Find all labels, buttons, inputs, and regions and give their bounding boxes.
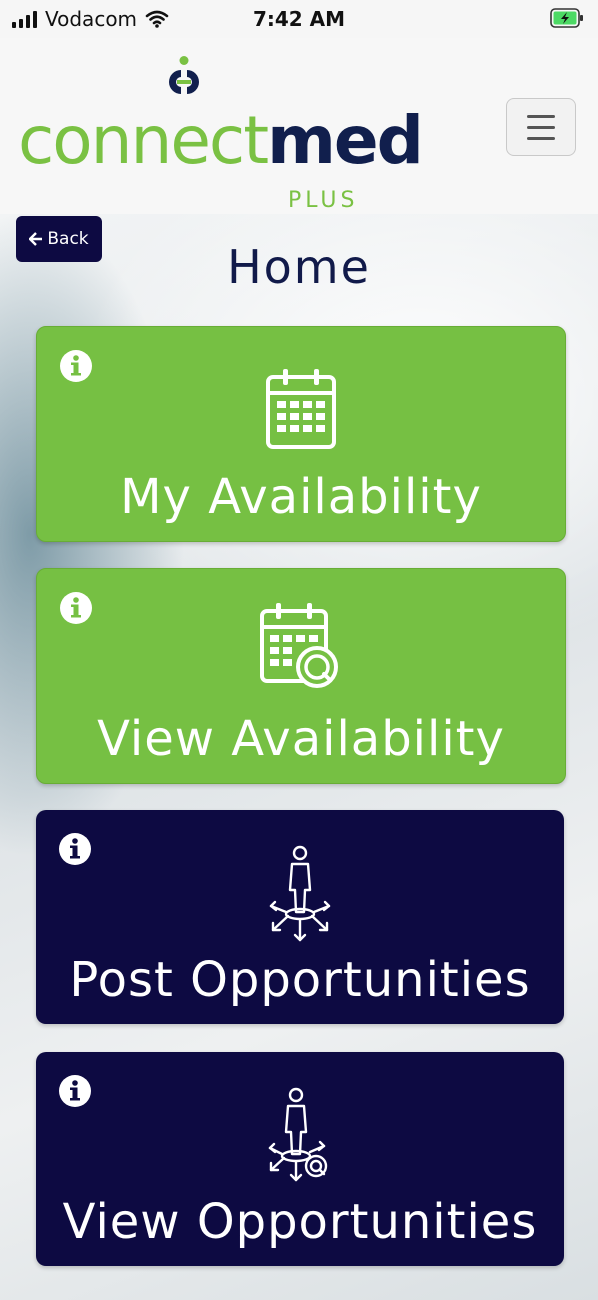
logo-wordmark: connectmed (18, 102, 424, 179)
app-header: connectmed PLUS (0, 38, 598, 214)
tile-label: View Availability (97, 711, 505, 767)
tile-label: My Availability (120, 469, 482, 525)
info-icon[interactable] (58, 1074, 92, 1108)
status-bar: Vodacom 7:42 AM (0, 0, 598, 38)
view-availability-tile[interactable]: View Availability (36, 568, 566, 784)
info-icon[interactable] (59, 591, 93, 625)
status-time: 7:42 AM (252, 7, 346, 31)
connectmed-logo[interactable]: connectmed PLUS (18, 56, 424, 213)
tile-label: Post Opportunities (69, 952, 531, 1008)
info-icon[interactable] (58, 832, 92, 866)
hamburger-menu-icon (527, 115, 555, 118)
info-icon[interactable] (59, 349, 93, 383)
page-title: Home (227, 240, 371, 294)
person-arrows-icon (269, 845, 331, 942)
calendar-search-icon (260, 603, 338, 688)
person-arrows-search-icon (268, 1087, 328, 1182)
hamburger-menu-button[interactable] (506, 98, 576, 156)
view-opportunities-tile[interactable]: View Opportunities (36, 1052, 564, 1266)
post-opportunities-tile[interactable]: Post Opportunities (36, 810, 564, 1024)
logo-plus-text: PLUS (288, 188, 359, 213)
logo-mark-icon (169, 56, 199, 94)
calendar-icon (266, 369, 336, 449)
tile-label: View Opportunities (62, 1194, 538, 1250)
battery-charging-icon (550, 8, 584, 32)
my-availability-tile[interactable]: My Availability (36, 326, 566, 542)
main-content: Back Home My Availability View Availabil… (0, 214, 598, 1300)
